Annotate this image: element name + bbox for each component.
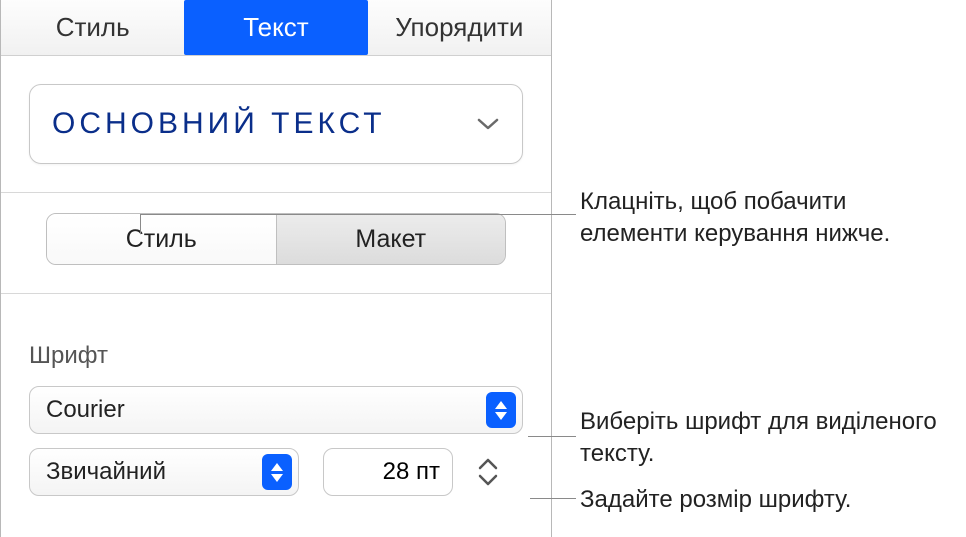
- font-size-stepper: [477, 450, 499, 494]
- stepper-up-icon[interactable]: [477, 457, 499, 471]
- paragraph-style-picker[interactable]: ОСНОВНИЙ ТЕКСТ: [29, 84, 523, 164]
- font-weight-value: Звичайний: [46, 458, 166, 486]
- tab-style[interactable]: Стиль: [1, 0, 184, 55]
- divider: [1, 293, 551, 294]
- callout-click-to-see: Клацніть, щоб побачити елементи керуванн…: [580, 186, 960, 251]
- callout-set-size: Задайте розмір шрифту.: [580, 484, 851, 516]
- paragraph-style-label: ОСНОВНИЙ ТЕКСТ: [52, 107, 386, 141]
- tab-text[interactable]: Текст: [184, 0, 367, 55]
- chevron-down-icon: [476, 117, 500, 131]
- font-size-field[interactable]: 28 пт: [323, 448, 453, 496]
- callout-line: [140, 214, 576, 215]
- subtab-layout[interactable]: Макет: [277, 214, 506, 264]
- callout-line: [528, 436, 576, 437]
- callout-line: [530, 498, 576, 499]
- text-subtabs: Стиль Макет: [46, 213, 506, 265]
- font-size-value: 28 пт: [383, 458, 440, 486]
- callout-choose-font: Виберіть шрифт для виділеного тексту.: [580, 406, 960, 471]
- format-inspector-panel: Стиль Текст Упорядити ОСНОВНИЙ ТЕКСТ Сти…: [0, 0, 552, 537]
- divider: [1, 192, 551, 193]
- updown-icon: [486, 392, 516, 428]
- callouts: Клацніть, щоб побачити елементи керуванн…: [580, 0, 960, 537]
- tab-arrange[interactable]: Упорядити: [368, 0, 551, 55]
- text-tab-content: ОСНОВНИЙ ТЕКСТ Стиль Макет Шрифт Courier…: [1, 56, 551, 496]
- updown-icon: [262, 454, 292, 490]
- callout-line: [140, 214, 141, 234]
- font-section-label: Шрифт: [29, 342, 523, 370]
- font-weight-dropdown[interactable]: Звичайний: [29, 448, 299, 496]
- inspector-tabs: Стиль Текст Упорядити: [1, 0, 551, 56]
- font-family-dropdown[interactable]: Courier: [29, 386, 523, 434]
- stepper-down-icon[interactable]: [477, 473, 499, 487]
- font-family-value: Courier: [46, 396, 125, 424]
- subtab-style[interactable]: Стиль: [47, 214, 277, 264]
